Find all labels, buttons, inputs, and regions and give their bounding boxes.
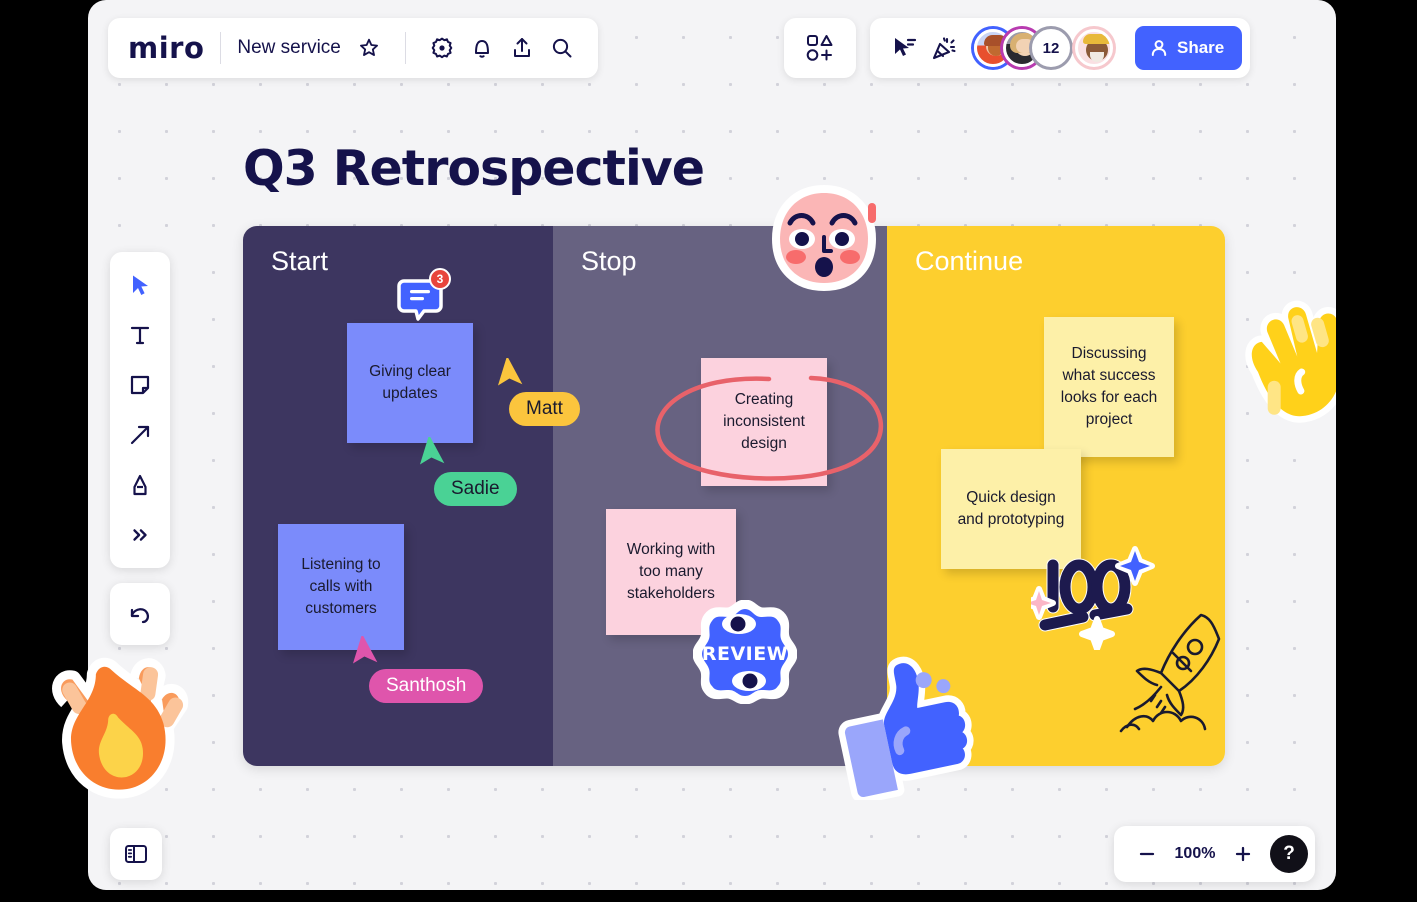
panel-toggle-button[interactable] [110, 828, 162, 880]
review-badge-sticker[interactable]: REVIEW [693, 600, 797, 704]
avatar-overflow-count-text: 12 [1042, 39, 1060, 57]
avatar-current-user[interactable] [1075, 29, 1113, 67]
bell-icon[interactable] [462, 28, 502, 68]
zoom-in-button[interactable] [1226, 837, 1260, 871]
shapes-templates-button[interactable] [784, 18, 856, 78]
board-canvas[interactable]: Q3 Retrospective Start Stop Continue Giv… [88, 0, 1336, 890]
zoom-controls: 100% ? [1114, 826, 1315, 882]
avatar-overflow-count[interactable]: 12 [1032, 29, 1070, 67]
left-tool-rail [110, 252, 170, 568]
miro-logo[interactable]: miro [128, 33, 204, 63]
review-badge-text: REVIEW [702, 643, 788, 665]
comment-count-badge: 3 [429, 268, 451, 290]
share-button-label: Share [1177, 38, 1225, 57]
sticky-note[interactable]: Discussing what success looks for each p… [1044, 317, 1174, 457]
cursor-label-sadie: Sadie [434, 472, 517, 506]
star-icon[interactable] [349, 28, 389, 68]
cursor-label-matt: Matt [509, 392, 580, 426]
cursor-arrow-santhosh [352, 636, 378, 664]
select-tool[interactable] [118, 263, 162, 307]
comment-pin[interactable]: 3 [396, 268, 451, 328]
divider [404, 32, 406, 64]
zoom-level-label: 100% [1174, 845, 1216, 862]
top-toolbar-right: 12 Share [870, 18, 1251, 78]
more-tools[interactable] [118, 513, 162, 557]
cursor-select-icon[interactable] [884, 28, 924, 68]
thumbs-up-sticker[interactable] [833, 655, 978, 800]
upload-icon[interactable] [502, 28, 542, 68]
pen-tool[interactable] [118, 463, 162, 507]
fire-sticker[interactable] [44, 655, 204, 830]
cursor-arrow-sadie [419, 437, 445, 465]
column-start-title: Start [271, 246, 329, 276]
sticky-note[interactable]: Giving clear updates [347, 323, 473, 443]
zoom-out-button[interactable] [1130, 837, 1164, 871]
column-continue-title: Continue [915, 246, 1024, 276]
party-popper-icon[interactable] [924, 28, 964, 68]
search-icon[interactable] [542, 28, 582, 68]
arrow-tool[interactable] [118, 413, 162, 457]
hundred-points-sticker[interactable] [1031, 545, 1156, 650]
gear-icon[interactable] [422, 28, 462, 68]
undo-button[interactable] [110, 583, 170, 645]
page-title: Q3 Retrospective [243, 140, 705, 197]
share-button[interactable]: Share [1135, 26, 1243, 70]
cursor-label-santhosh: Santhosh [369, 669, 484, 703]
board-name-label[interactable]: New service [237, 37, 340, 59]
surprised-face-sticker[interactable] [768, 185, 880, 293]
sticky-note[interactable]: Listening to calls with customers [278, 524, 404, 650]
top-toolbar-left: miro New service [108, 18, 598, 78]
help-button[interactable]: ? [1270, 835, 1308, 873]
divider [220, 32, 222, 64]
sticky-note-tool[interactable] [118, 363, 162, 407]
clapping-hands-sticker[interactable] [1238, 300, 1336, 430]
text-tool[interactable] [118, 313, 162, 357]
cursor-arrow-matt [497, 358, 523, 386]
collaborator-avatars: 12 [974, 29, 1113, 67]
column-stop-title: Stop [581, 246, 637, 276]
red-ellipse-annotation [655, 375, 883, 481]
